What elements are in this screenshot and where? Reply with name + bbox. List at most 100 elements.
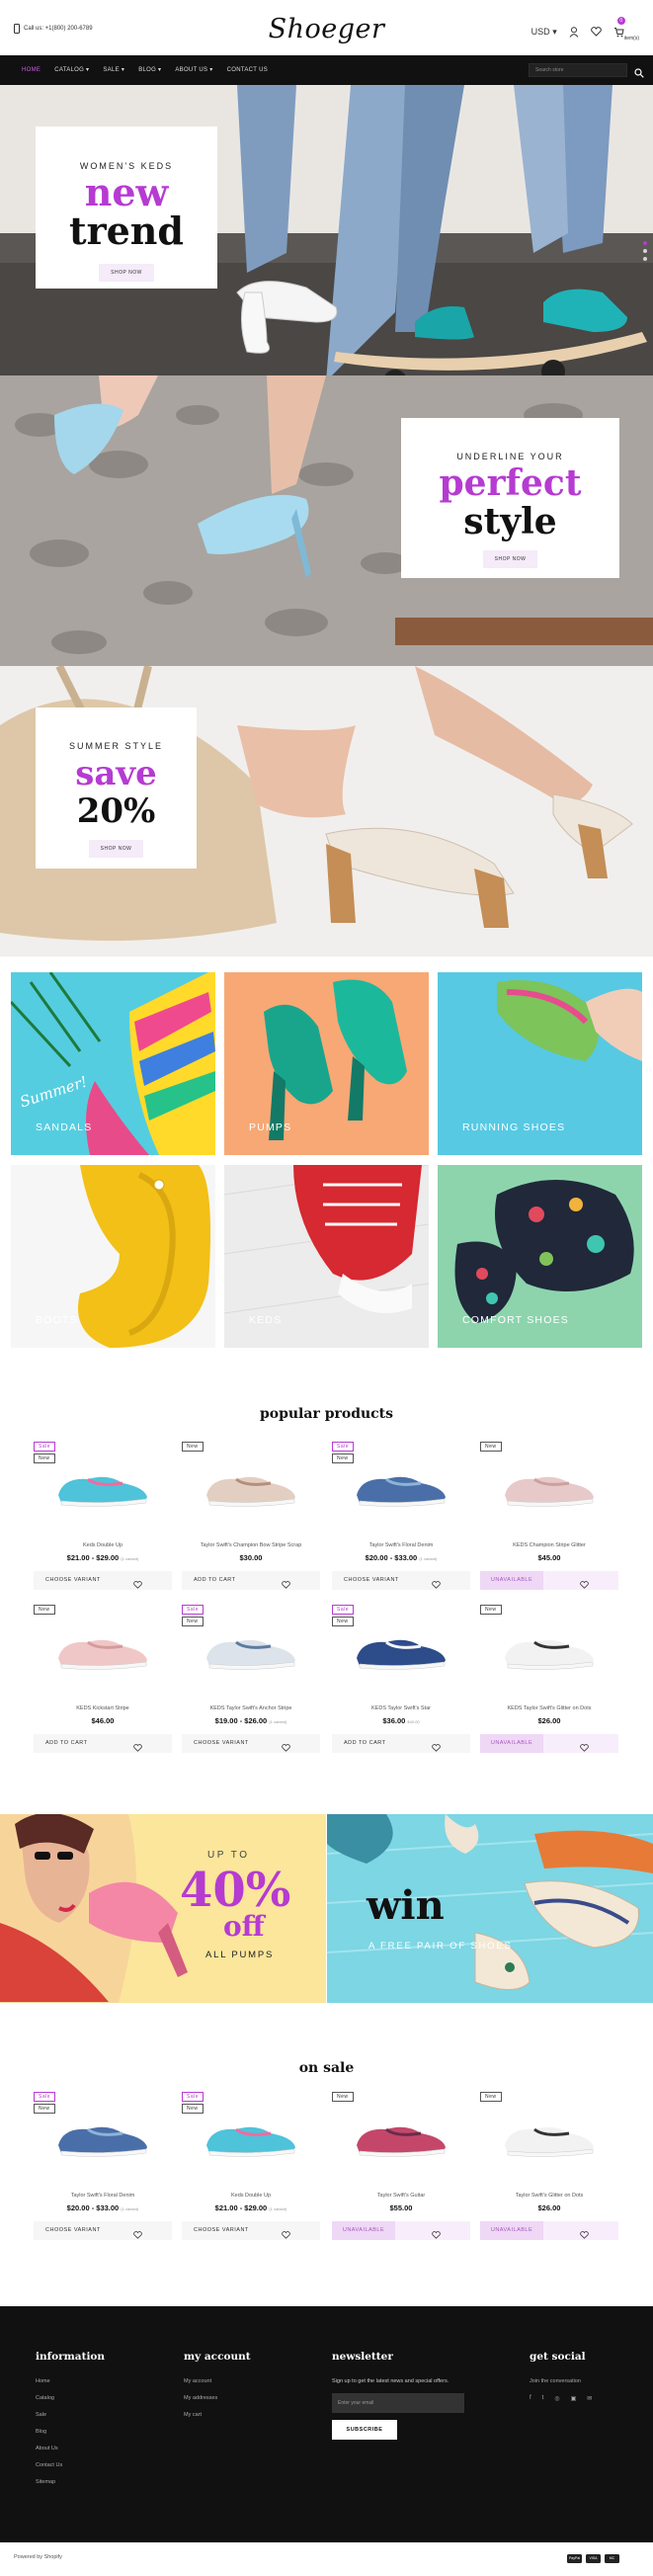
wishlist-heart-icon[interactable]	[580, 2226, 589, 2244]
product-image[interactable]	[202, 1626, 300, 1676]
product-card[interactable]: Sale New Taylor Swift's Floral Denim $20.00…	[332, 1442, 470, 1590]
add-to-cart-button[interactable]: Add to cart	[34, 1734, 142, 1753]
pinterest-icon[interactable]: ▣	[571, 2395, 577, 2402]
product-image[interactable]	[500, 1463, 599, 1513]
instagram-icon[interactable]: ◎	[554, 2395, 559, 2402]
footer-link[interactable]: My account	[184, 2378, 251, 2384]
footer-link[interactable]: Contact Us	[36, 2462, 105, 2468]
footer-link[interactable]: Sale	[36, 2412, 105, 2418]
product-image[interactable]	[53, 1463, 152, 1513]
search-input[interactable]: Search store	[529, 63, 627, 77]
product-name[interactable]: Taylor Swift's Guitar	[332, 2193, 470, 2199]
wishlist-heart-icon[interactable]	[580, 1576, 589, 1594]
choose-variant-button[interactable]: Choose variant	[332, 1571, 441, 1590]
product-name[interactable]: KEDS Kickstart Stripe	[34, 1705, 172, 1711]
category-sandals[interactable]: Summer! Sandals	[11, 972, 215, 1155]
wishlist-heart-icon[interactable]	[432, 1576, 441, 1594]
product-name[interactable]: KEDS Taylor Swift's Anchor Stripe	[182, 1705, 320, 1711]
product-card[interactable]: New Taylor Swift's Guitar $55.00 Unavailab…	[332, 2092, 470, 2240]
product-name[interactable]: Taylor Swift's Floral Denim	[332, 1542, 470, 1548]
slider-dot[interactable]	[643, 241, 647, 245]
product-name[interactable]: KEDS Champion Stripe Glitter	[480, 1542, 618, 1548]
nav-catalog[interactable]: Catalog ▾	[47, 55, 96, 85]
product-card[interactable]: New Taylor Swift's Champion Bow Stripe Sc…	[182, 1442, 320, 1590]
product-card[interactable]: New Taylor Swift's Glitter on Dots $26.00 …	[480, 2092, 618, 2240]
product-image[interactable]	[352, 2114, 450, 2163]
twitter-icon[interactable]: t	[542, 2395, 544, 2402]
add-to-cart-button[interactable]: Add to cart	[182, 1571, 290, 1590]
product-card[interactable]: Sale New Taylor Swift's Floral Denim $20.00…	[34, 2092, 172, 2240]
category-keds[interactable]: Keds	[224, 1165, 429, 1348]
user-icon[interactable]	[569, 26, 579, 38]
footer-link[interactable]: Blog	[36, 2429, 105, 2435]
category-running-shoes[interactable]: Running shoes	[438, 972, 642, 1155]
footer-link[interactable]: My cart	[184, 2412, 251, 2418]
nav-sale[interactable]: Sale ▾	[96, 55, 131, 85]
product-image[interactable]	[53, 2114, 152, 2163]
product-image[interactable]	[500, 2114, 599, 2163]
product-image[interactable]	[202, 1463, 300, 1513]
shop-now-button[interactable]: Shop now	[99, 264, 154, 282]
choose-variant-button[interactable]: Choose variant	[34, 1571, 142, 1590]
nav-contact[interactable]: Contact us	[220, 55, 275, 85]
facebook-icon[interactable]: f	[530, 2395, 531, 2402]
wishlist-heart-icon[interactable]	[282, 2226, 290, 2244]
subscribe-button[interactable]: Subscribe	[332, 2420, 397, 2440]
product-image[interactable]	[500, 1626, 599, 1676]
category-comfort-shoes[interactable]: Comfort shoes	[438, 1165, 642, 1348]
product-card[interactable]: Sale New Keds Double Up $21.00 - $29.00 (1 …	[34, 1442, 172, 1590]
product-card[interactable]: Sale New KEDS Taylor Swift's Anchor Stripe…	[182, 1605, 320, 1753]
product-name[interactable]: Keds Double Up	[182, 2193, 320, 2199]
product-card[interactable]: New KEDS Kickstart Stripe $46.00 Add to ca…	[34, 1605, 172, 1753]
wishlist-heart-icon[interactable]	[133, 2226, 142, 2244]
nav-blog[interactable]: Blog ▾	[131, 55, 168, 85]
wishlist-heart-icon[interactable]	[580, 1739, 589, 1757]
footer-link[interactable]: Home	[36, 2378, 105, 2384]
category-boots[interactable]: Boots	[11, 1165, 215, 1348]
category-pumps[interactable]: Pumps	[224, 972, 429, 1155]
product-image[interactable]	[202, 2114, 300, 2163]
product-image[interactable]	[352, 1626, 450, 1676]
shop-now-button[interactable]: Shop now	[482, 550, 538, 568]
search-icon[interactable]	[634, 65, 644, 83]
product-image[interactable]	[53, 1626, 152, 1676]
choose-variant-button[interactable]: Choose variant	[182, 1734, 290, 1753]
footer-link[interactable]: About Us	[36, 2446, 105, 2451]
shop-now-button[interactable]: Shop now	[88, 840, 144, 858]
product-name[interactable]: Taylor Swift's Glitter on Dots	[480, 2193, 618, 2199]
product-name[interactable]: Taylor Swift's Floral Denim	[34, 2193, 172, 2199]
footer-link[interactable]: My addresses	[184, 2395, 251, 2401]
banner-win-shoes[interactable]: win A free pair of shoes	[327, 1814, 653, 2003]
product-image[interactable]	[352, 1463, 450, 1513]
unavailable-button[interactable]: Unavailable	[480, 1734, 543, 1753]
footer-link[interactable]: Catalog	[36, 2395, 105, 2401]
choose-variant-button[interactable]: Choose variant	[182, 2221, 290, 2240]
currency-selector[interactable]: USD ▾	[531, 27, 557, 38]
product-card[interactable]: Sale New Keds Double Up $21.00 - $29.00 (1 …	[182, 2092, 320, 2240]
cart-button[interactable]: 0 item(s)	[613, 17, 639, 42]
nav-home[interactable]: Home	[15, 55, 47, 85]
add-to-cart-button[interactable]: Add to cart	[332, 1734, 441, 1753]
newsletter-email-input[interactable]: Enter your email	[332, 2393, 464, 2413]
banner-pumps-sale[interactable]: Up to 40% off All pumps	[0, 1814, 326, 2003]
nav-about[interactable]: About us ▾	[168, 55, 219, 85]
wishlist-heart-icon[interactable]	[432, 2226, 441, 2244]
product-name[interactable]: KEDS Taylor Swift's Glitter on Dots	[480, 1705, 618, 1711]
wishlist-heart-icon[interactable]	[282, 1576, 290, 1594]
heart-icon[interactable]	[590, 27, 602, 37]
powered-by[interactable]: Powered by Shopify	[14, 2554, 62, 2560]
wishlist-heart-icon[interactable]	[432, 1739, 441, 1757]
slider-dot[interactable]	[643, 249, 647, 253]
wishlist-heart-icon[interactable]	[133, 1576, 142, 1594]
slider-dot[interactable]	[643, 257, 647, 261]
product-name[interactable]: KEDS Taylor Swift's Star	[332, 1705, 470, 1711]
email-icon[interactable]: ✉	[587, 2395, 592, 2402]
wishlist-heart-icon[interactable]	[133, 1739, 142, 1757]
product-card[interactable]: New KEDS Taylor Swift's Glitter on Dots $2…	[480, 1605, 618, 1753]
product-card[interactable]: Sale New KEDS Taylor Swift's Star $36.00 $4…	[332, 1605, 470, 1753]
product-name[interactable]: Taylor Swift's Champion Bow Stripe Scrap	[182, 1542, 320, 1548]
unavailable-button[interactable]: Unavailable	[480, 1571, 543, 1590]
unavailable-button[interactable]: Unavailable	[332, 2221, 395, 2240]
unavailable-button[interactable]: Unavailable	[480, 2221, 543, 2240]
wishlist-heart-icon[interactable]	[282, 1739, 290, 1757]
